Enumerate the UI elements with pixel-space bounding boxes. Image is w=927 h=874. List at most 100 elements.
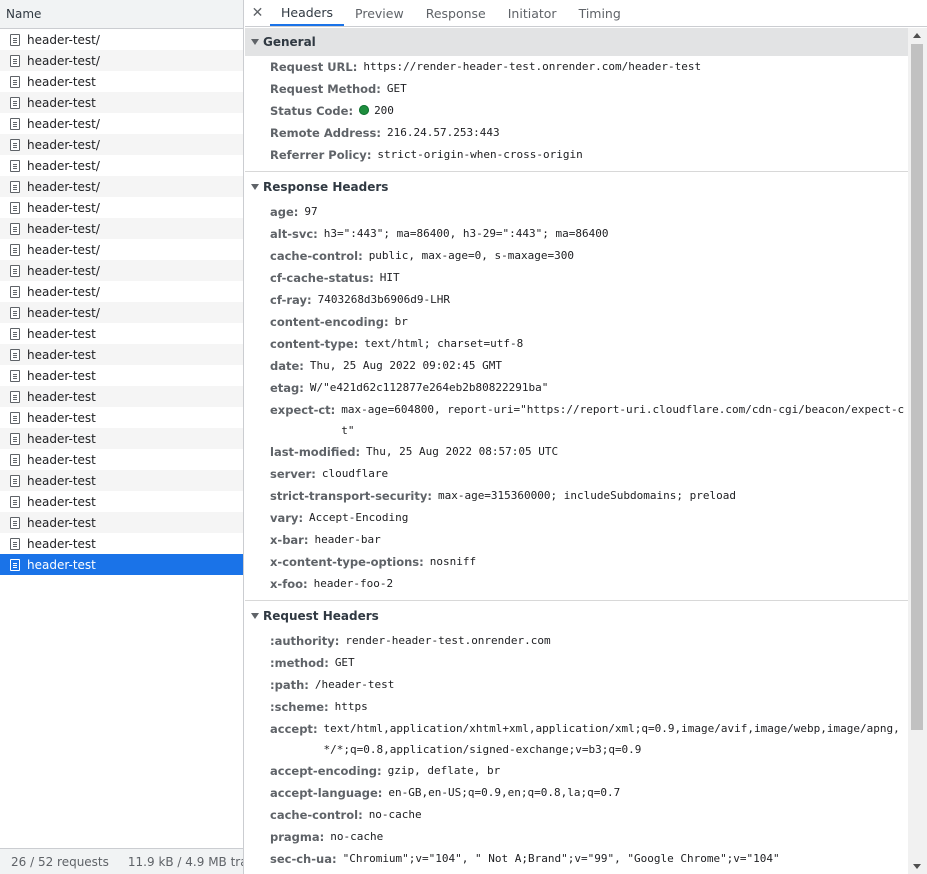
header-name: alt-svc	[270, 226, 318, 242]
header-value[interactable]: Thu, 25 Aug 2022 08:57:05 UTC	[366, 444, 558, 460]
request-row[interactable]: header-test	[0, 344, 243, 365]
header-value[interactable]: no-cache	[369, 807, 422, 823]
scroll-up-arrow-icon[interactable]	[913, 33, 921, 38]
header-name: strict-transport-security	[270, 488, 432, 504]
request-row[interactable]: header-test	[0, 428, 243, 449]
network-summary-bar: 26 / 52 requests 11.9 kB / 4.9 MB transf…	[0, 848, 243, 874]
header-row: accept text/html,application/xhtml+xml,ap…	[245, 718, 908, 760]
header-value[interactable]: render-header-test.onrender.com	[345, 633, 550, 649]
header-value[interactable]: Thu, 25 Aug 2022 09:02:45 GMT	[310, 358, 502, 374]
general-section-toggle[interactable]: General	[245, 28, 908, 56]
request-name: header-test/	[27, 179, 100, 194]
header-value[interactable]: header-foo-2	[314, 576, 393, 592]
header-name: :authority	[270, 633, 339, 649]
header-value[interactable]: Accept-Encoding	[309, 510, 408, 526]
request-count: 26 / 52 requests	[11, 854, 109, 869]
request-row[interactable]: header-test	[0, 71, 243, 92]
request-row[interactable]: header-test	[0, 407, 243, 428]
tab-preview[interactable]: Preview	[344, 0, 415, 26]
header-value[interactable]: HIT	[380, 270, 400, 286]
request-row[interactable]: header-test	[0, 512, 243, 533]
header-value[interactable]: public, max-age=0, s-maxage=300	[369, 248, 574, 264]
header-value[interactable]: nosniff	[430, 554, 476, 570]
request-row[interactable]: header-test	[0, 92, 243, 113]
request-row[interactable]: header-test/	[0, 218, 243, 239]
request-row[interactable]: header-test/	[0, 50, 243, 71]
header-row: strict-transport-security max-age=3153600…	[245, 485, 908, 507]
document-icon	[10, 327, 20, 340]
header-value[interactable]: en-GB,en-US;q=0.9,en;q=0.8,la;q=0.7	[388, 785, 620, 801]
header-value[interactable]: header-bar	[314, 532, 380, 548]
header-value[interactable]: max-age=315360000; includeSubdomains; pr…	[438, 488, 736, 504]
header-name: date	[270, 358, 304, 374]
scroll-down-arrow-icon[interactable]	[913, 864, 921, 869]
header-value[interactable]: text/html,application/xhtml+xml,applicat…	[324, 718, 908, 760]
header-value[interactable]: https	[335, 699, 368, 715]
request-name: header-test/	[27, 116, 100, 131]
request-row[interactable]: header-test/	[0, 260, 243, 281]
request-row[interactable]: header-test/	[0, 281, 243, 302]
request-headers-toggle[interactable]: Request Headers	[245, 601, 908, 630]
close-icon[interactable]: ✕	[245, 0, 270, 26]
document-icon	[10, 306, 20, 319]
header-value[interactable]: text/html; charset=utf-8	[364, 336, 523, 352]
header-value[interactable]: h3=":443"; ma=86400, h3-29=":443"; ma=86…	[324, 226, 609, 242]
request-row[interactable]: header-test/	[0, 134, 243, 155]
request-row[interactable]: header-test	[0, 365, 243, 386]
request-row[interactable]: header-test	[0, 470, 243, 491]
header-name: cf-cache-status	[270, 270, 374, 286]
name-column-header[interactable]: Name	[0, 0, 243, 29]
request-row[interactable]: header-test/	[0, 302, 243, 323]
header-value[interactable]: 7403268d3b6906d9-LHR	[318, 292, 450, 308]
vertical-scrollbar[interactable]	[908, 28, 927, 874]
request-row[interactable]: header-test/	[0, 239, 243, 260]
request-row[interactable]: header-test	[0, 554, 243, 575]
response-headers-toggle[interactable]: Response Headers	[245, 172, 908, 201]
header-value[interactable]: https://render-header-test.onrender.com/…	[363, 59, 701, 75]
header-value[interactable]: strict-origin-when-cross-origin	[377, 147, 582, 163]
header-row: Request Method GET	[245, 78, 908, 100]
status-code-text[interactable]: 200	[374, 104, 394, 117]
tab-timing[interactable]: Timing	[568, 0, 632, 26]
request-row[interactable]: header-test/	[0, 113, 243, 134]
request-name: header-test/	[27, 32, 100, 47]
header-value[interactable]: no-cache	[330, 829, 383, 845]
request-row[interactable]: header-test/	[0, 197, 243, 218]
header-value[interactable]: "Chromium";v="104", " Not A;Brand";v="99…	[343, 851, 780, 867]
section-title: Request Headers	[263, 608, 379, 623]
header-value[interactable]: br	[395, 314, 408, 330]
header-name: Request Method	[270, 81, 381, 97]
header-value[interactable]: max-age=604800, report-uri="https://repo…	[341, 399, 908, 441]
collapse-triangle-icon	[251, 612, 259, 619]
request-row[interactable]: header-test	[0, 449, 243, 470]
response-header-rows: age 97 alt-svc h3=":443"; ma=86400, h3-29="…	[245, 201, 908, 595]
request-row[interactable]: header-test	[0, 323, 243, 344]
request-row[interactable]: header-test	[0, 533, 243, 554]
header-value[interactable]: W/"e421d62c112877e264eb2b80822291ba"	[310, 380, 548, 396]
tab-response[interactable]: Response	[415, 0, 497, 26]
header-value[interactable]: /header-test	[315, 677, 394, 693]
request-row[interactable]: header-test	[0, 491, 243, 512]
document-icon	[10, 369, 20, 382]
scrollbar-thumb[interactable]	[911, 44, 923, 730]
request-row[interactable]: header-test/	[0, 155, 243, 176]
header-row: cache-control no-cache	[245, 804, 908, 826]
header-row: last-modified Thu, 25 Aug 2022 08:57:05 U…	[245, 441, 908, 463]
header-value[interactable]: GET	[387, 81, 407, 97]
header-value[interactable]: cloudflare	[322, 466, 388, 482]
header-value[interactable]: 97	[304, 204, 317, 220]
request-row[interactable]: header-test/	[0, 29, 243, 50]
request-header-rows: :authority render-header-test.onrender.co…	[245, 630, 908, 870]
general-section: General Request URL https://render-header…	[245, 28, 908, 172]
header-name: x-foo	[270, 576, 308, 592]
request-row[interactable]: header-test	[0, 386, 243, 407]
header-name: cache-control	[270, 248, 363, 264]
tab-headers[interactable]: Headers	[270, 0, 345, 26]
request-row[interactable]: header-test/	[0, 176, 243, 197]
request-name: header-test	[27, 431, 96, 446]
header-value[interactable]: 216.24.57.253:443	[387, 125, 500, 141]
header-value[interactable]: GET	[335, 655, 355, 671]
header-value[interactable]: gzip, deflate, br	[388, 763, 501, 779]
tab-initiator[interactable]: Initiator	[497, 0, 568, 26]
header-name: etag	[270, 380, 304, 396]
